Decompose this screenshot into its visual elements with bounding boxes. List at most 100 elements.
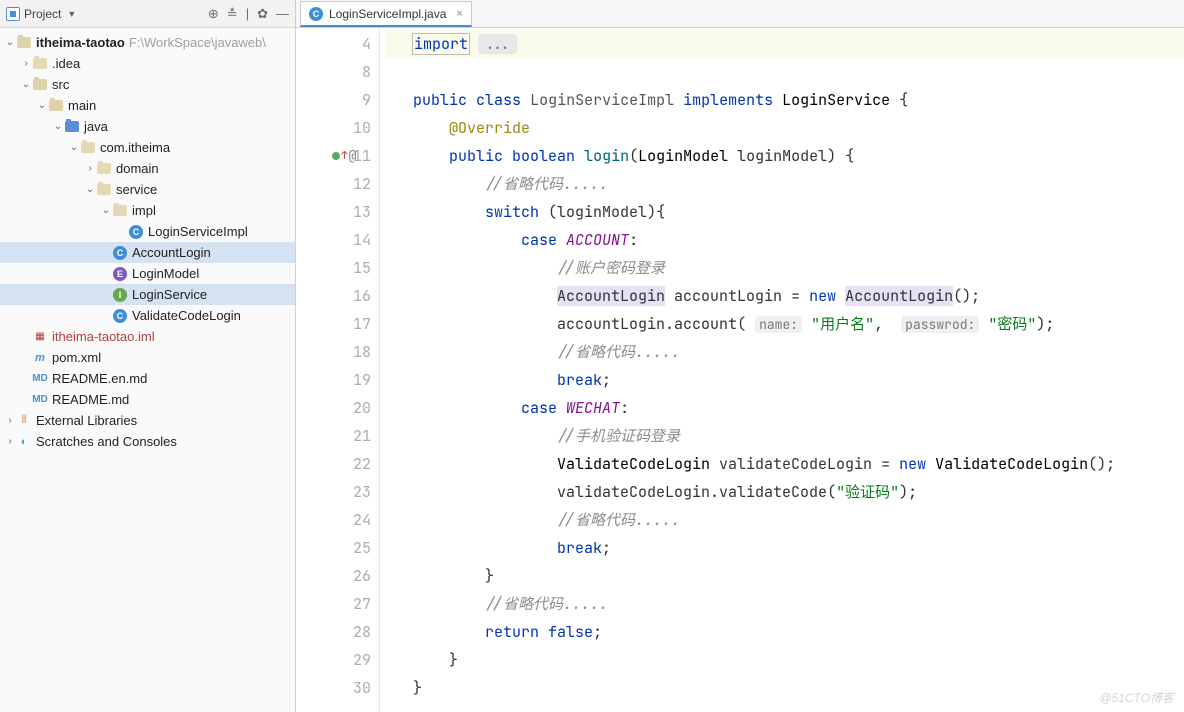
hide-icon[interactable]: — (276, 6, 289, 21)
impl-gutter-icon[interactable] (332, 152, 340, 160)
project-tree: ⌄ itheima-taotao F:\WorkSpace\javaweb\ ›… (0, 28, 295, 712)
tree-item-impl[interactable]: ⌄ impl (0, 200, 295, 221)
tree-root[interactable]: ⌄ itheima-taotao F:\WorkSpace\javaweb\ (0, 32, 295, 53)
tree-item-scratches[interactable]: › ◐ Scratches and Consoles (0, 431, 295, 452)
tree-item-loginserviceimpl[interactable]: C LoginServiceImpl (0, 221, 295, 242)
gutter-line[interactable]: 4 (296, 30, 379, 58)
code-line: break; (386, 534, 1184, 562)
folder-icon (33, 58, 47, 69)
tab-loginserviceimpl[interactable]: C LoginServiceImpl.java × (300, 1, 472, 27)
code-line: case ACCOUNT: (386, 226, 1184, 254)
sidebar-header: Project ▼ ⊕ ≛ | ✿ — (0, 0, 295, 28)
package-icon (97, 163, 111, 174)
tab-label: LoginServiceImpl.java (329, 7, 446, 21)
tree-item-external-libs[interactable]: › ⫴ External Libraries (0, 410, 295, 431)
gutter-line[interactable]: 8 (296, 58, 379, 86)
gutter-line[interactable]: 23 (296, 478, 379, 506)
code-content[interactable]: import ... public class LoginServiceImpl… (380, 28, 1184, 712)
chevron-down-icon[interactable]: ⌄ (84, 184, 96, 195)
tree-item-domain[interactable]: › domain (0, 158, 295, 179)
gutter-line[interactable]: 10 (296, 114, 379, 142)
chevron-down-icon[interactable]: ⌄ (4, 37, 16, 48)
gutter-line[interactable]: 19 (296, 366, 379, 394)
tree-root-label: itheima-taotao (36, 35, 125, 50)
gutter-line[interactable]: 30 (296, 674, 379, 702)
tree-item-pom[interactable]: m pom.xml (0, 347, 295, 368)
gutter-line[interactable]: 18 (296, 338, 379, 366)
chevron-down-icon[interactable]: ⌄ (36, 100, 48, 111)
tree-item-main[interactable]: ⌄ main (0, 95, 295, 116)
locate-icon[interactable]: ⊕ (208, 6, 219, 22)
gutter-line[interactable]: 28 (296, 618, 379, 646)
code-line: import ... (386, 30, 1184, 58)
code-line: case WECHAT: (386, 394, 1184, 422)
maven-icon: m (32, 350, 48, 366)
chevron-right-icon[interactable]: › (4, 436, 16, 447)
code-line: //账户密码登录 (386, 254, 1184, 282)
folder-icon (33, 79, 47, 90)
gutter: 4 8 9 10 ↑@ 11 12 13 14 15 16 17 18 19 2… (296, 28, 380, 712)
library-icon: ⫴ (16, 413, 32, 429)
chevron-down-icon[interactable]: ⌄ (100, 205, 112, 216)
gutter-line[interactable]: 24 (296, 506, 379, 534)
gear-icon[interactable]: ✿ (257, 6, 268, 22)
gutter-line[interactable]: 16 (296, 282, 379, 310)
module-icon (17, 37, 31, 48)
code-line: switch (loginModel){ (386, 198, 1184, 226)
expand-icon[interactable]: ≛ (227, 6, 238, 22)
gutter-line[interactable]: 15 (296, 254, 379, 282)
tree-item-validatecodelogin[interactable]: C ValidateCodeLogin (0, 305, 295, 326)
project-icon (6, 7, 20, 21)
package-icon (81, 142, 95, 153)
tree-item-idea[interactable]: › .idea (0, 53, 295, 74)
enum-icon: E (113, 267, 127, 281)
tree-item-accountlogin[interactable]: C AccountLogin (0, 242, 295, 263)
code-line: accountLogin.account( name: "用户名", passw… (386, 310, 1184, 338)
chevron-down-icon[interactable]: ⌄ (68, 142, 80, 153)
class-icon: C (113, 309, 127, 323)
gutter-line[interactable]: 12 (296, 170, 379, 198)
gutter-line[interactable]: ↑@ 11 (296, 142, 379, 170)
tree-item-readme-en[interactable]: MD README.en.md (0, 368, 295, 389)
gutter-line[interactable]: 25 (296, 534, 379, 562)
tree-item-iml[interactable]: ▦ itheima-taotao.iml (0, 326, 295, 347)
gutter-line[interactable]: 21 (296, 422, 379, 450)
code-line: } (386, 646, 1184, 674)
gutter-line[interactable]: 22 (296, 450, 379, 478)
gutter-line[interactable]: 26 (296, 562, 379, 590)
code-line: //省略代码..... (386, 338, 1184, 366)
gutter-line[interactable]: 9 (296, 86, 379, 114)
chevron-right-icon[interactable]: › (4, 415, 16, 426)
gutter-line[interactable]: 27 (296, 590, 379, 618)
watermark: @51CTO博客 (1099, 689, 1174, 706)
code-line: validateCodeLogin.validateCode("验证码"); (386, 478, 1184, 506)
gutter-line[interactable]: 29 (296, 646, 379, 674)
tree-item-package[interactable]: ⌄ com.itheima (0, 137, 295, 158)
tree-item-service[interactable]: ⌄ service (0, 179, 295, 200)
gutter-line[interactable]: 17 (296, 310, 379, 338)
sidebar-title[interactable]: Project ▼ (6, 7, 76, 21)
chevron-right-icon[interactable]: › (84, 163, 96, 174)
gutter-line[interactable]: 14 (296, 226, 379, 254)
tree-item-readme[interactable]: MD README.md (0, 389, 295, 410)
chevron-right-icon[interactable]: › (20, 58, 32, 69)
source-folder-icon (65, 121, 79, 132)
sidebar-toolbar: ⊕ ≛ | ✿ — (208, 6, 289, 22)
override-arrow-icon[interactable]: ↑ (341, 142, 348, 170)
tree-item-loginservice[interactable]: I LoginService (0, 284, 295, 305)
class-icon: C (129, 225, 143, 239)
gutter-line[interactable]: 20 (296, 394, 379, 422)
code-line: } (386, 562, 1184, 590)
chevron-down-icon[interactable]: ⌄ (52, 121, 64, 132)
tree-item-loginmodel[interactable]: E LoginModel (0, 263, 295, 284)
tree-item-java[interactable]: ⌄ java (0, 116, 295, 137)
gutter-line[interactable]: 13 (296, 198, 379, 226)
code-line: //省略代码..... (386, 506, 1184, 534)
chevron-down-icon[interactable]: ⌄ (20, 79, 32, 90)
close-icon[interactable]: × (456, 8, 462, 20)
sidebar-title-text: Project (24, 7, 61, 21)
iml-icon: ▦ (32, 329, 48, 345)
markdown-icon: MD (32, 392, 48, 408)
editor-panel: C LoginServiceImpl.java × 4 8 9 10 ↑@ 11… (296, 0, 1184, 712)
tree-item-src[interactable]: ⌄ src (0, 74, 295, 95)
